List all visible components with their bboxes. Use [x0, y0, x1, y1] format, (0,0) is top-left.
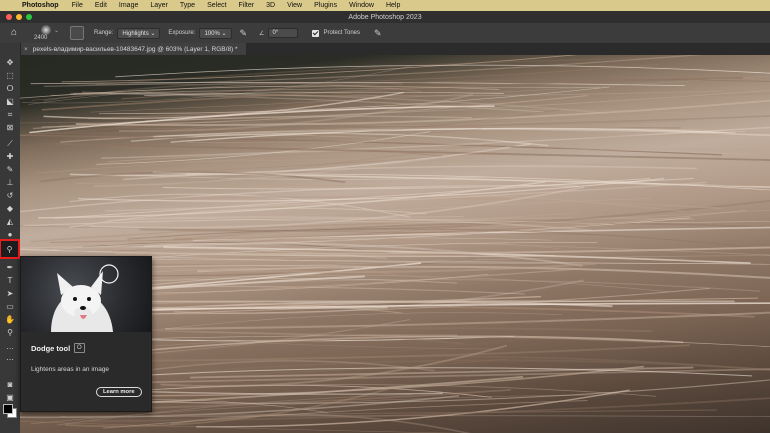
clone-stamp-tool-icon[interactable]: ⊥	[3, 177, 17, 188]
tool-options-bar: ⌂ 2400 ⌄ Range: Highlights ⌄ Exposure: 1…	[0, 23, 770, 44]
lasso-tool-icon[interactable]: ⵔ	[3, 83, 17, 94]
document-tab-title: pexels-владимир-васильев-10483647.jpg @ …	[32, 45, 238, 53]
path-selection-tool-icon[interactable]: ➤	[3, 288, 17, 299]
window-title: Adobe Photoshop 2023	[348, 13, 422, 21]
menu-help[interactable]: Help	[386, 2, 400, 9]
minimize-window-button[interactable]	[16, 14, 22, 20]
quick-mask-icon[interactable]: ◙	[3, 379, 17, 390]
edit-toolbar-icon[interactable]: ⋯	[3, 354, 17, 365]
exposure-value: 100%	[204, 30, 220, 37]
more-tools-icon[interactable]: …	[3, 341, 17, 352]
close-window-button[interactable]	[6, 14, 12, 20]
tool-tooltip: Dodge tool O Lightens areas in an image …	[20, 256, 152, 412]
menu-image[interactable]: Image	[119, 2, 138, 9]
learn-more-button[interactable]: Learn more	[96, 387, 142, 397]
tooltip-shortcut-key: O	[74, 343, 85, 353]
home-icon[interactable]: ⌂	[8, 27, 20, 39]
angle-icon: ∠	[259, 30, 265, 37]
object-selection-tool-icon[interactable]: ⬕	[3, 96, 17, 107]
type-tool-icon[interactable]: T	[3, 275, 17, 286]
frame-tool-icon[interactable]: ⊠	[3, 122, 17, 133]
range-label: Range:	[94, 30, 114, 36]
close-tab-icon[interactable]: ×	[24, 46, 28, 53]
airbrush-icon[interactable]: ✎	[240, 28, 248, 39]
foreground-color-swatch[interactable]	[3, 404, 13, 414]
hand-tool-icon[interactable]: ✋	[3, 314, 17, 325]
menu-filter[interactable]: Filter	[239, 2, 255, 9]
tooltip-preview-image	[21, 257, 151, 332]
menu-type[interactable]: Type	[180, 2, 195, 9]
tooltip-description: Lightens areas in an image	[31, 366, 110, 373]
brush-preset-picker[interactable]: 2400 ⌄	[32, 24, 64, 42]
eyedropper-tool-icon[interactable]: ⟋	[3, 138, 17, 149]
mac-menu-bar: Photoshop File Edit Image Layer Type Sel…	[0, 0, 770, 11]
chevron-down-icon: ⌄	[54, 28, 60, 34]
document-tab-bar: × pexels-владимир-васильев-10483647.jpg …	[20, 43, 770, 55]
menu-layer[interactable]: Layer	[150, 2, 168, 9]
eraser-tool-icon[interactable]: ◆	[3, 203, 17, 214]
gradient-tool-icon[interactable]: ◭	[3, 216, 17, 227]
menu-3d[interactable]: 3D	[266, 2, 275, 9]
dodge-tool-icon[interactable]: ⚲	[0, 239, 20, 259]
history-brush-tool-icon[interactable]: ↺	[3, 190, 17, 201]
marquee-tool-icon[interactable]: ⬚	[3, 70, 17, 81]
window-title-bar: Adobe Photoshop 2023	[0, 11, 770, 23]
brush-settings-button[interactable]	[70, 26, 84, 40]
menu-plugins[interactable]: Plugins	[314, 2, 337, 9]
window-controls	[6, 14, 32, 20]
tools-panel: ✥ ⬚ ⵔ ⬕ ⌗ ⊠ ⟋ ✚ ✎ ⊥ ↺ ◆ ◭ ● ⚲ ✒ T ➤ ▭ ✋ …	[0, 43, 21, 433]
angle-field[interactable]: 0°	[268, 28, 299, 38]
healing-brush-tool-icon[interactable]: ✚	[3, 151, 17, 162]
move-tool-icon[interactable]: ✥	[3, 57, 17, 68]
crop-tool-icon[interactable]: ⌗	[3, 109, 17, 120]
range-select[interactable]: Highlights ⌄	[117, 27, 161, 39]
menu-app-name[interactable]: Photoshop	[22, 2, 59, 9]
screen-mode-icon[interactable]: ▣	[3, 392, 17, 403]
document-tab[interactable]: × pexels-владимир-васильев-10483647.jpg …	[20, 43, 246, 55]
menu-view[interactable]: View	[287, 2, 302, 9]
zoom-tool-icon[interactable]: ⚲	[3, 327, 17, 338]
brush-tip-icon	[41, 25, 51, 35]
brush-size: 2400	[34, 35, 48, 41]
dog-illustration	[51, 264, 119, 332]
menu-select[interactable]: Select	[207, 2, 226, 9]
brush-tool-icon[interactable]: ✎	[3, 164, 17, 175]
protect-tones-checkbox[interactable]	[312, 29, 320, 37]
menu-edit[interactable]: Edit	[95, 2, 107, 9]
menu-window[interactable]: Window	[349, 2, 374, 9]
zoom-window-button[interactable]	[26, 14, 32, 20]
pen-tool-icon[interactable]: ✒	[3, 262, 17, 273]
rectangle-tool-icon[interactable]: ▭	[3, 301, 17, 312]
tooltip-title: Dodge tool	[31, 344, 71, 353]
pressure-size-icon[interactable]: ✎	[374, 28, 382, 39]
exposure-field[interactable]: 100% ⌄	[199, 27, 232, 39]
protect-tones-label: Protect Tones	[323, 30, 361, 36]
menu-file[interactable]: File	[72, 2, 83, 9]
range-value: Highlights	[122, 30, 149, 37]
blur-tool-icon[interactable]: ●	[3, 229, 17, 240]
exposure-label: Exposure:	[168, 30, 196, 36]
